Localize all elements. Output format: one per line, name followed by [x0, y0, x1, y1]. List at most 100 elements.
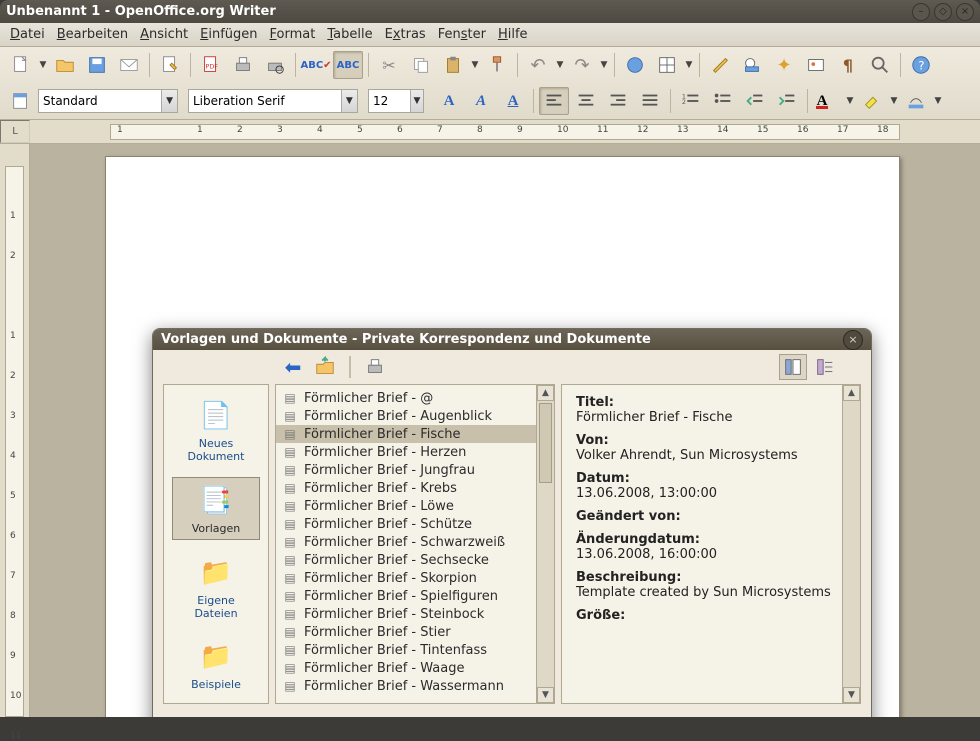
show-draw-button[interactable]: [705, 51, 735, 79]
template-item[interactable]: ▤Förmlicher Brief - Krebs: [276, 479, 536, 497]
info-scroll-up[interactable]: ▲: [843, 385, 860, 401]
window-close-button[interactable]: ×: [956, 3, 974, 21]
table-dropdown[interactable]: ▼: [684, 60, 694, 70]
font-name-arrow[interactable]: ▼: [341, 90, 357, 112]
new-doc-dropdown[interactable]: ▼: [38, 60, 48, 70]
horizontal-ruler[interactable]: 1123456789101112131415161718: [30, 120, 980, 143]
document-viewport[interactable]: Vorlagen und Dokumente - Private Korresp…: [30, 144, 980, 717]
highlight-dropdown[interactable]: ▼: [889, 96, 899, 106]
template-item[interactable]: ▤Förmlicher Brief - Skorpion: [276, 569, 536, 587]
copy-button[interactable]: [406, 51, 436, 79]
template-item[interactable]: ▤Förmlicher Brief - Schwarzweiß: [276, 533, 536, 551]
redo-button[interactable]: ↷: [567, 51, 597, 79]
category-eigene[interactable]: 📁Eigene Dateien: [172, 550, 260, 624]
template-item[interactable]: ▤Förmlicher Brief - Löwe: [276, 497, 536, 515]
menu-bearbeiten[interactable]: Bearbeiten: [51, 25, 134, 44]
menu-ansicht[interactable]: Ansicht: [134, 25, 194, 44]
category-neues[interactable]: 📄Neues Dokument: [172, 393, 260, 467]
template-item[interactable]: ▤Förmlicher Brief - @: [276, 389, 536, 407]
info-scrollbar[interactable]: ▲ ▼: [842, 385, 860, 703]
bold-button[interactable]: A: [434, 87, 464, 115]
more-templates-link[interactable]: Hier erhalten Sie weitere Vorlagen...: [165, 716, 400, 717]
category-vorlagen[interactable]: 📑Vorlagen: [172, 477, 260, 540]
font-color-dropdown[interactable]: ▼: [845, 96, 855, 106]
vertical-ruler[interactable]: 121234567891011: [0, 144, 30, 717]
paragraph-style-input[interactable]: [39, 90, 161, 112]
mail-button[interactable]: [114, 51, 144, 79]
underline-button[interactable]: A: [498, 87, 528, 115]
hyperlink-button[interactable]: [620, 51, 650, 79]
bullet-list-button[interactable]: [708, 87, 738, 115]
auto-spellcheck-button[interactable]: ABC: [333, 51, 363, 79]
format-paintbrush-button[interactable]: [482, 51, 512, 79]
data-sources-button[interactable]: ¶: [833, 51, 863, 79]
font-size-combo[interactable]: ▼: [368, 89, 424, 113]
font-color-button[interactable]: A: [813, 87, 843, 115]
spellcheck-button[interactable]: ABC✔: [301, 51, 331, 79]
export-pdf-button[interactable]: PDF: [196, 51, 226, 79]
print-preview-button[interactable]: [260, 51, 290, 79]
scroll-down-button[interactable]: ▼: [537, 687, 554, 703]
template-item[interactable]: ▤Förmlicher Brief - Fische: [276, 425, 536, 443]
template-item[interactable]: ▤Förmlicher Brief - Waage: [276, 659, 536, 677]
dialog-up-button[interactable]: [311, 354, 339, 380]
gallery-button[interactable]: [801, 51, 831, 79]
template-item[interactable]: ▤Förmlicher Brief - Augenblick: [276, 407, 536, 425]
scroll-up-button[interactable]: ▲: [537, 385, 554, 401]
open-button[interactable]: [50, 51, 80, 79]
highlight-button[interactable]: [857, 87, 887, 115]
window-maximize-button[interactable]: ◇: [934, 3, 952, 21]
new-doc-button[interactable]: [6, 51, 36, 79]
dialog-print-button[interactable]: [361, 354, 389, 380]
navigator-button[interactable]: ✦: [769, 51, 799, 79]
menu-fenster[interactable]: Fenster: [432, 25, 492, 44]
bg-color-button[interactable]: [901, 87, 931, 115]
template-item[interactable]: ▤Förmlicher Brief - Herzen: [276, 443, 536, 461]
italic-button[interactable]: A: [466, 87, 496, 115]
redo-dropdown[interactable]: ▼: [599, 60, 609, 70]
undo-dropdown[interactable]: ▼: [555, 60, 565, 70]
paragraph-style-arrow[interactable]: ▼: [161, 90, 177, 112]
save-button[interactable]: [82, 51, 112, 79]
print-button[interactable]: [228, 51, 258, 79]
template-item[interactable]: ▤Förmlicher Brief - Wassermann: [276, 677, 536, 695]
help-button[interactable]: ?: [906, 51, 936, 79]
dialog-close-button[interactable]: ×: [843, 330, 863, 350]
font-name-combo[interactable]: ▼: [188, 89, 358, 113]
view-preview-button[interactable]: [779, 354, 807, 380]
bg-color-dropdown[interactable]: ▼: [933, 96, 943, 106]
template-item[interactable]: ▤Förmlicher Brief - Schütze: [276, 515, 536, 533]
dialog-titlebar[interactable]: Vorlagen und Dokumente - Private Korresp…: [153, 329, 871, 350]
table-button[interactable]: [652, 51, 682, 79]
font-size-input[interactable]: [369, 90, 410, 112]
template-item[interactable]: ▤Förmlicher Brief - Steinbock: [276, 605, 536, 623]
template-list-scrollbar[interactable]: ▲ ▼: [536, 385, 554, 703]
find-replace-button[interactable]: [737, 51, 767, 79]
numbered-list-button[interactable]: 12: [676, 87, 706, 115]
dialog-back-button[interactable]: ⬅: [279, 354, 307, 380]
undo-button[interactable]: ↶: [523, 51, 553, 79]
menu-hilfe[interactable]: Hilfe: [492, 25, 534, 44]
scroll-thumb[interactable]: [539, 403, 552, 483]
menu-einfuegen[interactable]: Einfügen: [194, 25, 263, 44]
edit-doc-button[interactable]: [155, 51, 185, 79]
font-name-input[interactable]: [189, 90, 341, 112]
paragraph-style-combo[interactable]: ▼: [38, 89, 178, 113]
template-item[interactable]: ▤Förmlicher Brief - Sechsecke: [276, 551, 536, 569]
menu-format[interactable]: Format: [264, 25, 322, 44]
font-size-arrow[interactable]: ▼: [410, 90, 423, 112]
menu-extras[interactable]: Extras: [379, 25, 432, 44]
category-beispiele[interactable]: 📁Beispiele: [172, 634, 260, 695]
info-scroll-down[interactable]: ▼: [843, 687, 860, 703]
template-list[interactable]: ▤Förmlicher Brief - @▤Förmlicher Brief -…: [276, 385, 536, 703]
increase-indent-button[interactable]: [772, 87, 802, 115]
paste-button[interactable]: [438, 51, 468, 79]
menu-datei[interactable]: Datei: [4, 25, 51, 44]
styles-window-button[interactable]: [6, 87, 36, 115]
template-item[interactable]: ▤Förmlicher Brief - Tintenfass: [276, 641, 536, 659]
window-minimize-button[interactable]: –: [912, 3, 930, 21]
view-details-button[interactable]: [811, 354, 839, 380]
align-left-button[interactable]: [539, 87, 569, 115]
cut-button[interactable]: ✂: [374, 51, 404, 79]
zoom-button[interactable]: [865, 51, 895, 79]
